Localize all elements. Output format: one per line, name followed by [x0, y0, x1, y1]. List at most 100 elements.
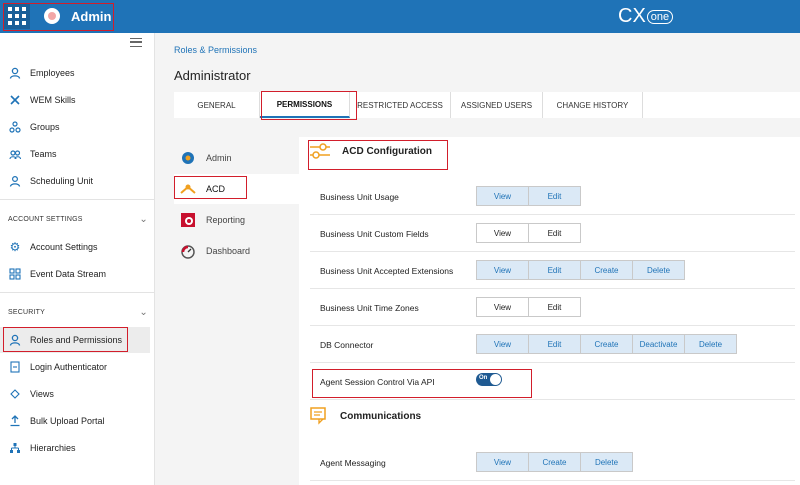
dashboard-icon [180, 243, 196, 259]
view-button[interactable]: View [476, 334, 529, 354]
create-button[interactable]: Create [580, 334, 633, 354]
highlight-admin [3, 3, 114, 31]
nav-item-bulk-upload-portal[interactable]: Bulk Upload Portal [0, 408, 155, 434]
nav-item-views[interactable]: Views [0, 381, 155, 407]
page-title: Administrator [174, 68, 251, 83]
chevron-down-icon: ⌄ [139, 307, 148, 318]
gear-icon: ⚙ [9, 240, 21, 254]
nav-item-employees[interactable]: Employees [0, 60, 155, 86]
person-icon [8, 66, 22, 80]
deactivate-button[interactable]: Deactivate [632, 334, 685, 354]
top-bar: Admin CX one [0, 0, 800, 33]
nav-item-event-data-stream[interactable]: Event Data Stream [0, 261, 155, 287]
communications-heading: Communications [310, 407, 421, 425]
tab-assigned-users[interactable]: ASSIGNED USERS [451, 92, 543, 118]
nav-item-hierarchies[interactable]: Hierarchies [0, 435, 155, 461]
nav-label: Groups [30, 122, 60, 132]
permission-row: Agent Messaging View Create Delete [310, 444, 795, 481]
highlight-permissions-tab [261, 91, 357, 120]
permission-label: Business Unit Custom Fields [320, 229, 429, 239]
subnav-item-admin[interactable]: Admin [174, 143, 299, 173]
subnav-label: Reporting [206, 215, 246, 225]
permission-buttons: View Edit [476, 297, 581, 317]
delete-button[interactable]: Delete [580, 452, 633, 472]
section-account-settings[interactable]: ACCOUNT SETTINGS ⌄ [8, 214, 148, 225]
collapse-menu-icon[interactable] [130, 38, 142, 47]
view-button[interactable]: View [476, 186, 529, 206]
gear-icon [180, 150, 196, 166]
permission-row: DB Connector View Edit Create Deactivate… [310, 326, 795, 363]
highlight-acd-configuration [308, 140, 448, 170]
permission-buttons: View Create Delete [476, 452, 633, 472]
subnav-item-dashboard[interactable]: Dashboard [174, 236, 299, 266]
permission-buttons: View Edit Create Delete [476, 260, 685, 280]
edit-button[interactable]: Edit [528, 334, 581, 354]
permissions-content: Admin ACD Reporting Dashboard ACD Config… [174, 137, 800, 485]
nav-item-scheduling-unit[interactable]: Scheduling Unit [0, 168, 155, 194]
subnav-label: Dashboard [206, 246, 251, 256]
permission-label: DB Connector [320, 340, 374, 350]
breadcrumb[interactable]: Roles & Permissions [174, 45, 257, 55]
highlight-acd-subnav [174, 176, 247, 199]
nav-item-account-settings[interactable]: ⚙ Account Settings [0, 234, 155, 260]
tab-restricted-access[interactable]: RESTRICTED ACCESS [350, 92, 451, 118]
permission-label: Business Unit Accepted Extensions [320, 266, 454, 276]
nav-item-teams[interactable]: Teams [0, 141, 155, 167]
create-button[interactable]: Create [580, 260, 633, 280]
subnav-label: Admin [206, 153, 232, 163]
login-icon [8, 360, 22, 374]
upload-icon [8, 414, 22, 428]
view-button[interactable]: View [476, 297, 529, 317]
reporting-icon [180, 212, 196, 228]
tab-general[interactable]: GENERAL [174, 92, 260, 118]
edit-button[interactable]: Edit [528, 297, 581, 317]
highlight-roles-and-permissions [3, 327, 128, 352]
view-button[interactable]: View [476, 223, 529, 243]
views-icon [8, 387, 22, 401]
nav-item-wem-skills[interactable]: WEM Skills [0, 87, 155, 113]
edit-button[interactable]: Edit [528, 186, 581, 206]
nav-label: Bulk Upload Portal [30, 416, 105, 426]
nav-label: Teams [30, 149, 57, 159]
heading-text: Communications [340, 410, 422, 422]
hierarchy-icon [8, 441, 22, 455]
permission-row: Business Unit Time Zones View Edit [310, 289, 795, 326]
edit-button[interactable]: Edit [528, 223, 581, 243]
brand-suffix: one [646, 9, 674, 24]
create-button[interactable]: Create [528, 452, 581, 472]
brand-text: CX [618, 5, 646, 27]
nav-label: Account Settings [30, 242, 98, 252]
permissions-panel: ACD Configuration Business Unit Usage Vi… [299, 137, 800, 485]
nav-item-groups[interactable]: Groups [0, 114, 155, 140]
nav-label: WEM Skills [30, 95, 76, 105]
nav-label: Event Data Stream [30, 269, 107, 279]
permission-row: Business Unit Usage View Edit [310, 178, 795, 215]
teams-icon [8, 147, 22, 161]
nav-label: Views [30, 389, 54, 399]
left-nav: Employees WEM Skills Groups Teams Schedu… [0, 33, 155, 485]
nav-label: Scheduling Unit [30, 176, 94, 186]
nav-item-login-authenticator[interactable]: Login Authenticator [0, 354, 155, 380]
view-button[interactable]: View [476, 260, 529, 280]
delete-button[interactable]: Delete [632, 260, 685, 280]
permission-row: Business Unit Custom Fields View Edit [310, 215, 795, 252]
nav-label: Employees [30, 68, 75, 78]
permission-buttons: View Edit [476, 186, 581, 206]
tools-icon [8, 93, 22, 107]
subnav-item-reporting[interactable]: Reporting [174, 205, 299, 235]
tab-change-history[interactable]: CHANGE HISTORY [543, 92, 643, 118]
scheduling-icon [8, 174, 22, 188]
divider [0, 199, 154, 200]
permission-buttons: View Edit [476, 223, 581, 243]
divider [0, 292, 154, 293]
nav-label: Hierarchies [30, 443, 76, 453]
chevron-down-icon: ⌄ [139, 214, 148, 225]
section-label: ACCOUNT SETTINGS [8, 216, 83, 223]
view-button[interactable]: View [476, 452, 529, 472]
brand-logo: CX one [618, 5, 674, 28]
permission-row: Business Unit Accepted Extensions View E… [310, 252, 795, 289]
permission-label: Agent Messaging [320, 458, 386, 468]
edit-button[interactable]: Edit [528, 260, 581, 280]
delete-button[interactable]: Delete [684, 334, 737, 354]
section-security[interactable]: SECURITY ⌄ [8, 307, 148, 318]
